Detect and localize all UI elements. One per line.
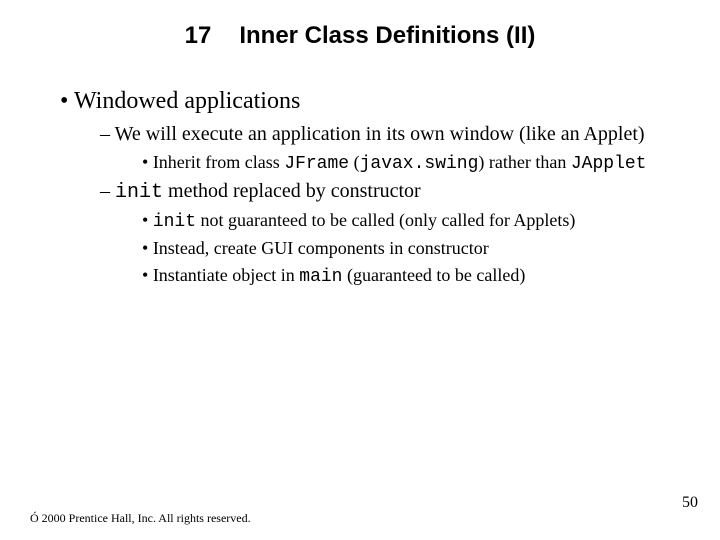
code-text: javax.swing xyxy=(360,154,479,174)
bullet-lvl3: Inherit from class JFrame (javax.swing) … xyxy=(142,152,680,174)
bullet-lvl2: We will execute an application in its ow… xyxy=(100,123,680,146)
bullet-text: Instantiate object in xyxy=(153,265,299,285)
title-text: Inner Class Definitions (II) xyxy=(239,22,535,49)
bullet-text: ) rather than xyxy=(478,152,570,172)
bullet-text: not guaranteed to be called (only called… xyxy=(196,210,575,230)
code-text: JFrame xyxy=(284,154,349,174)
bullet-text: (guaranteed to be called) xyxy=(342,265,525,285)
slide: 17 Inner Class Definitions (II) Windowed … xyxy=(0,0,720,540)
bullet-lvl3: Instantiate object in main (guaranteed t… xyxy=(142,265,680,287)
copyright-footer: Ó 2000 Prentice Hall, Inc. All rights re… xyxy=(30,511,251,526)
code-text: JApplet xyxy=(571,154,647,174)
page-number: 50 xyxy=(682,494,698,512)
bullet-text: Windowed applications xyxy=(74,88,300,114)
bullet-lvl2: init method replaced by constructor xyxy=(100,180,680,204)
slide-title: 17 Inner Class Definitions (II) xyxy=(0,22,720,50)
slide-body: Windowed applications We will execute an… xyxy=(60,88,680,293)
code-text: main xyxy=(299,267,342,287)
code-text: init xyxy=(115,181,163,204)
chapter-number: 17 xyxy=(185,22,212,50)
bullet-text: Instead, create GUI components in constr… xyxy=(153,238,489,258)
bullet-text: method replaced by constructor xyxy=(163,180,421,202)
bullet-lvl3: init not guaranteed to be called (only c… xyxy=(142,210,680,232)
bullet-lvl1: Windowed applications xyxy=(60,88,680,115)
code-text: init xyxy=(153,212,196,232)
bullet-text: ( xyxy=(349,152,360,172)
bullet-text: Inherit from class xyxy=(153,152,284,172)
bullet-text: We will execute an application in its ow… xyxy=(115,123,645,145)
bullet-lvl3: Instead, create GUI components in constr… xyxy=(142,238,680,259)
